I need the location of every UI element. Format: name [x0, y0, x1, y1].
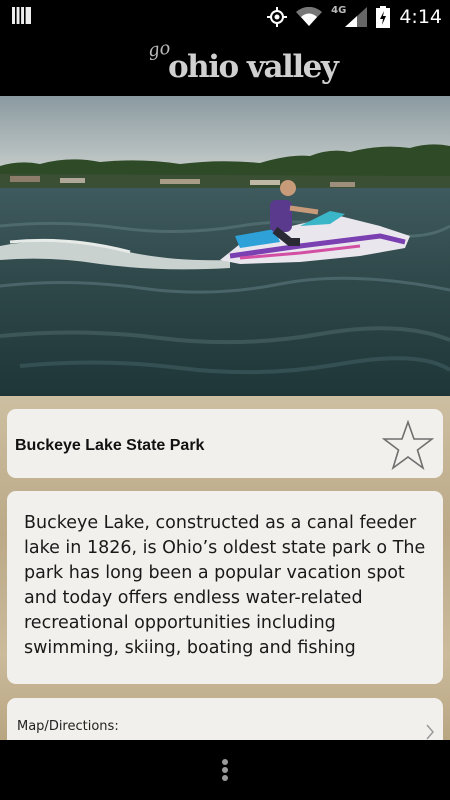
map-directions-label: Map/Directions: — [17, 719, 119, 734]
description-line: recreational opportunities including — [24, 613, 336, 633]
description-line: park has long been a popular vacation sp… — [24, 563, 405, 583]
jet-ski-photo — [0, 96, 450, 396]
logo-name-text: ohio valley — [168, 49, 339, 85]
hero-photo — [0, 96, 450, 396]
battery-icon — [376, 5, 391, 28]
clock: 4:14 — [399, 5, 442, 28]
park-description-card: Buckeye Lake, constructed as a canal fee… — [7, 491, 443, 684]
wifi-icon — [296, 6, 323, 26]
park-title-card: Buckeye Lake State Park — [7, 409, 443, 478]
bottom-nav-bar — [0, 740, 450, 800]
favorite-star-icon[interactable] — [382, 420, 434, 470]
gps-icon — [267, 6, 288, 27]
app-logo: go ohio valley — [147, 38, 339, 91]
park-title: Buckeye Lake State Park — [15, 437, 205, 454]
park-description: Buckeye Lake, constructed as a canal fee… — [24, 511, 427, 661]
chevron-right-icon — [426, 724, 434, 740]
app-header: go ohio valley — [0, 33, 450, 96]
description-line: lake in 1826, is Ohio’s oldest state par… — [24, 538, 426, 558]
network-type-label: 4G — [331, 5, 347, 16]
signal-icon — [345, 6, 368, 27]
notification-icon — [12, 7, 31, 24]
description-line: swimming, skiing, boating and fishing — [24, 638, 356, 658]
park-detail-content[interactable]: Buckeye Lake State Park Buckeye Lake, co… — [0, 396, 450, 740]
overflow-menu-icon[interactable] — [213, 752, 237, 788]
description-line: and today offers endless water-related — [24, 588, 363, 608]
description-line: Buckeye Lake, constructed as a canal fee… — [24, 513, 417, 533]
map-directions-card[interactable]: Map/Directions: — [7, 698, 443, 740]
status-bar: 4G 4:14 — [0, 0, 450, 33]
